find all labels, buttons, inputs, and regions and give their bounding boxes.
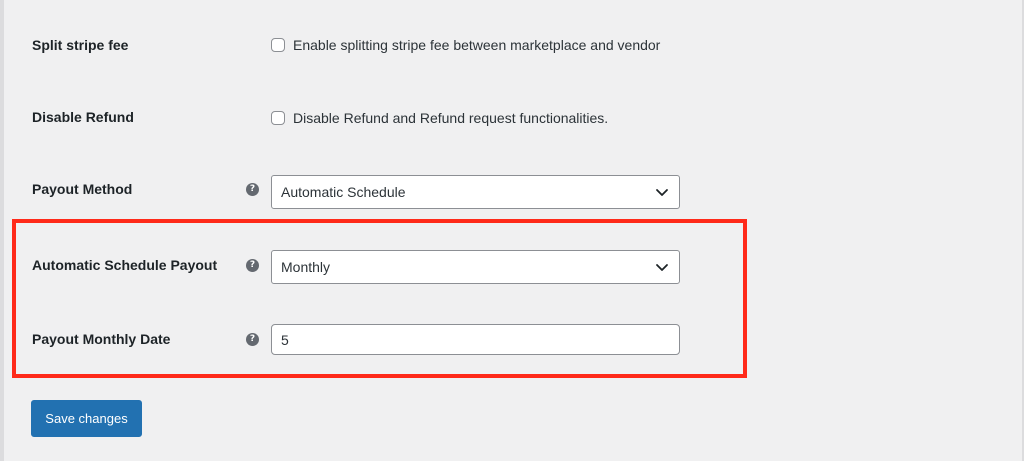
payout-monthly-date-label: Payout Monthly Date xyxy=(32,331,171,347)
payout-monthly-date-value: 5 xyxy=(281,332,289,348)
split-stripe-fee-label: Split stripe fee xyxy=(32,37,129,53)
payout-monthly-date-help-icon[interactable]: ? xyxy=(246,333,259,346)
left-edge-divider xyxy=(0,0,4,461)
payout-method-label: Payout Method xyxy=(32,181,133,197)
payout-method-help-icon[interactable]: ? xyxy=(246,183,259,196)
automatic-schedule-payout-select[interactable]: Monthly xyxy=(271,250,680,284)
split-stripe-fee-checkbox-text[interactable]: Enable splitting stripe fee between mark… xyxy=(293,36,660,54)
chevron-down-icon xyxy=(656,189,668,196)
automatic-schedule-payout-help-icon[interactable]: ? xyxy=(246,259,259,272)
split-stripe-fee-option[interactable]: Enable splitting stripe fee between mark… xyxy=(271,36,660,54)
disable-refund-option[interactable]: Disable Refund and Refund request functi… xyxy=(271,109,608,127)
payout-method-select[interactable]: Automatic Schedule xyxy=(271,175,680,209)
payout-monthly-date-input[interactable]: 5 xyxy=(271,324,680,355)
chevron-down-icon xyxy=(656,264,668,271)
disable-refund-checkbox-text[interactable]: Disable Refund and Refund request functi… xyxy=(293,109,608,127)
disable-refund-checkbox[interactable] xyxy=(271,111,285,125)
disable-refund-label: Disable Refund xyxy=(32,109,134,125)
split-stripe-fee-checkbox[interactable] xyxy=(271,38,285,52)
automatic-schedule-payout-label: Automatic Schedule Payout xyxy=(32,257,218,273)
save-changes-button[interactable]: Save changes xyxy=(31,400,142,437)
automatic-schedule-payout-selected-value: Monthly xyxy=(281,259,331,275)
payout-method-selected-value: Automatic Schedule xyxy=(281,184,406,200)
